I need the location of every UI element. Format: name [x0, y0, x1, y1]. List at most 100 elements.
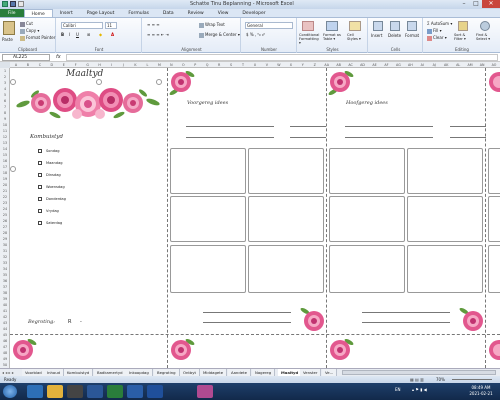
day-checkbox[interactable]	[38, 197, 42, 201]
excel-icon[interactable]	[2, 1, 8, 7]
day-checkbox[interactable]	[38, 161, 42, 165]
day-checkbox[interactable]	[38, 209, 42, 213]
sheet-tab[interactable]: Voorblad	[22, 369, 46, 376]
tab-insert[interactable]: Insert	[53, 9, 80, 17]
currency-icon[interactable]: $ % , ⁰₀ ₀⁰	[246, 32, 265, 37]
find-select-icon[interactable]	[480, 21, 490, 31]
sheet-tab[interactable]: Badkamertyd	[94, 369, 127, 376]
undo-icon[interactable]	[18, 1, 24, 7]
fill-button[interactable]: Fill ▾	[427, 28, 442, 34]
paste-icon[interactable]	[3, 21, 15, 35]
recipe-box[interactable]	[407, 148, 483, 194]
sheet-tab[interactable]: Ontbyt	[180, 369, 201, 376]
font-name-select[interactable]: Calibri	[61, 22, 103, 29]
font-color-icon[interactable]: A	[111, 32, 114, 37]
format-icon[interactable]	[407, 21, 417, 31]
onenote-icon[interactable]	[197, 385, 213, 398]
sort-filter-icon[interactable]	[458, 21, 468, 31]
delete-button[interactable]: Delete	[388, 33, 401, 38]
close-button[interactable]: ✕	[482, 0, 500, 8]
underline-button[interactable]: U	[76, 32, 79, 37]
recipe-box[interactable]	[170, 148, 246, 194]
sheet-nav-arrows[interactable]: ◂ ◂ ▸ ▸	[2, 369, 14, 376]
ie-icon[interactable]	[27, 385, 43, 398]
format-table-button[interactable]: Format as Table ▾	[323, 33, 343, 41]
conditional-format-button[interactable]: Conditional Formatting ▾	[299, 33, 321, 45]
day-checkbox[interactable]	[38, 221, 42, 225]
align-left-icon[interactable]: ≡ ≡ ≡ ⇤ ⇥	[147, 32, 169, 37]
media-player-icon[interactable]	[67, 385, 83, 398]
cell-styles-button[interactable]: Cell Styles ▾	[347, 33, 365, 41]
tab-data[interactable]: Data	[156, 9, 181, 17]
delete-icon[interactable]	[390, 21, 400, 31]
copy-button[interactable]: Copy ▾	[20, 28, 39, 34]
horizontal-scrollbar[interactable]	[342, 370, 496, 375]
recipe-box[interactable]	[170, 196, 246, 242]
conditional-format-icon[interactable]	[302, 21, 314, 31]
recipe-box[interactable]	[488, 148, 500, 194]
folder-icon[interactable]	[47, 385, 63, 398]
minimize-button[interactable]: –	[458, 0, 470, 8]
find-select-button[interactable]: Find & Select ▾	[476, 33, 498, 41]
insert-icon[interactable]	[373, 21, 383, 31]
sheet-tab[interactable]: Ve…	[322, 369, 338, 376]
borders-icon[interactable]: ⊞	[87, 32, 90, 37]
merge-center-button[interactable]: Merge & Center ▾	[199, 32, 240, 38]
clear-button[interactable]: Clear ▾	[427, 35, 447, 41]
sheet-tab[interactable]: Kombuistyd	[64, 369, 94, 376]
start-button-icon[interactable]	[3, 385, 17, 398]
zoom-slider[interactable]	[452, 379, 492, 380]
tab-view[interactable]: View	[211, 9, 236, 17]
word-icon[interactable]	[87, 385, 103, 398]
name-box[interactable]: AL225	[2, 54, 50, 61]
sheet-tab[interactable]: Venster	[300, 369, 322, 376]
italic-button[interactable]: I	[69, 32, 70, 37]
sheet-tab[interactable]: Aandete	[228, 369, 251, 376]
number-format-select[interactable]: General	[245, 22, 293, 29]
day-checkbox[interactable]	[38, 185, 42, 189]
day-checkbox[interactable]	[38, 149, 42, 153]
fill-color-icon[interactable]: ◆	[99, 32, 102, 37]
sort-filter-button[interactable]: Sort & Filter ▾	[454, 33, 474, 41]
cut-button[interactable]: Cut	[20, 21, 33, 27]
recipe-box[interactable]	[407, 196, 483, 242]
recipe-box[interactable]	[488, 245, 500, 293]
maximize-button[interactable]: □	[470, 0, 482, 8]
language-indicator[interactable]: EN	[395, 387, 401, 392]
recipe-box[interactable]	[329, 196, 405, 242]
autosum-button[interactable]: Σ AutoSum ▾	[427, 21, 452, 26]
recipe-box[interactable]	[248, 148, 324, 194]
recipe-box[interactable]	[248, 245, 324, 293]
recipe-box[interactable]	[248, 196, 324, 242]
excel-taskbar-icon[interactable]	[107, 385, 123, 398]
recipe-box[interactable]	[329, 148, 405, 194]
worksheet[interactable]: Maaltyd Kombuistyd Sondag Maandag Dinsdag W…	[10, 68, 500, 368]
budget-value[interactable]: -	[80, 319, 82, 325]
format-painter-button[interactable]: Format Painter	[20, 35, 55, 41]
recipe-box[interactable]	[170, 245, 246, 293]
tray-icons[interactable]: ▴ ⚑ ▮ ◀	[412, 387, 427, 392]
clock-time[interactable]: 08:49 AM	[466, 385, 496, 390]
tab-review[interactable]: Review	[181, 9, 211, 17]
outlook-icon[interactable]	[127, 385, 143, 398]
tab-home[interactable]: Home	[23, 9, 53, 17]
recipe-box[interactable]	[407, 245, 483, 293]
paste-button[interactable]: Paste	[2, 37, 13, 42]
sheet-tab[interactable]: Inhoud	[44, 369, 65, 376]
zoom-level[interactable]: 70%	[436, 376, 445, 383]
tab-developer[interactable]: Developer	[235, 9, 272, 17]
sheet-tab[interactable]: Inkoopdag	[126, 369, 153, 376]
sheet-tab[interactable]: Nagereg	[252, 369, 276, 376]
word-doc-icon[interactable]	[147, 385, 163, 398]
sheet-tab[interactable]: Maaltyd	[278, 369, 303, 376]
clock-date[interactable]: 2021-02-21	[466, 391, 496, 396]
format-button[interactable]: Format	[405, 33, 419, 38]
align-top-icon[interactable]: ≡ ≡ ≡	[147, 22, 160, 27]
recipe-box[interactable]	[488, 196, 500, 242]
sheet-tab[interactable]: Begroting	[154, 369, 180, 376]
formula-input[interactable]	[66, 54, 498, 61]
cell-styles-icon[interactable]	[349, 21, 361, 31]
tab-file[interactable]: File	[0, 9, 24, 17]
sheet-tab[interactable]: Middagete	[200, 369, 228, 376]
tab-page-layout[interactable]: Page Layout	[80, 9, 122, 17]
